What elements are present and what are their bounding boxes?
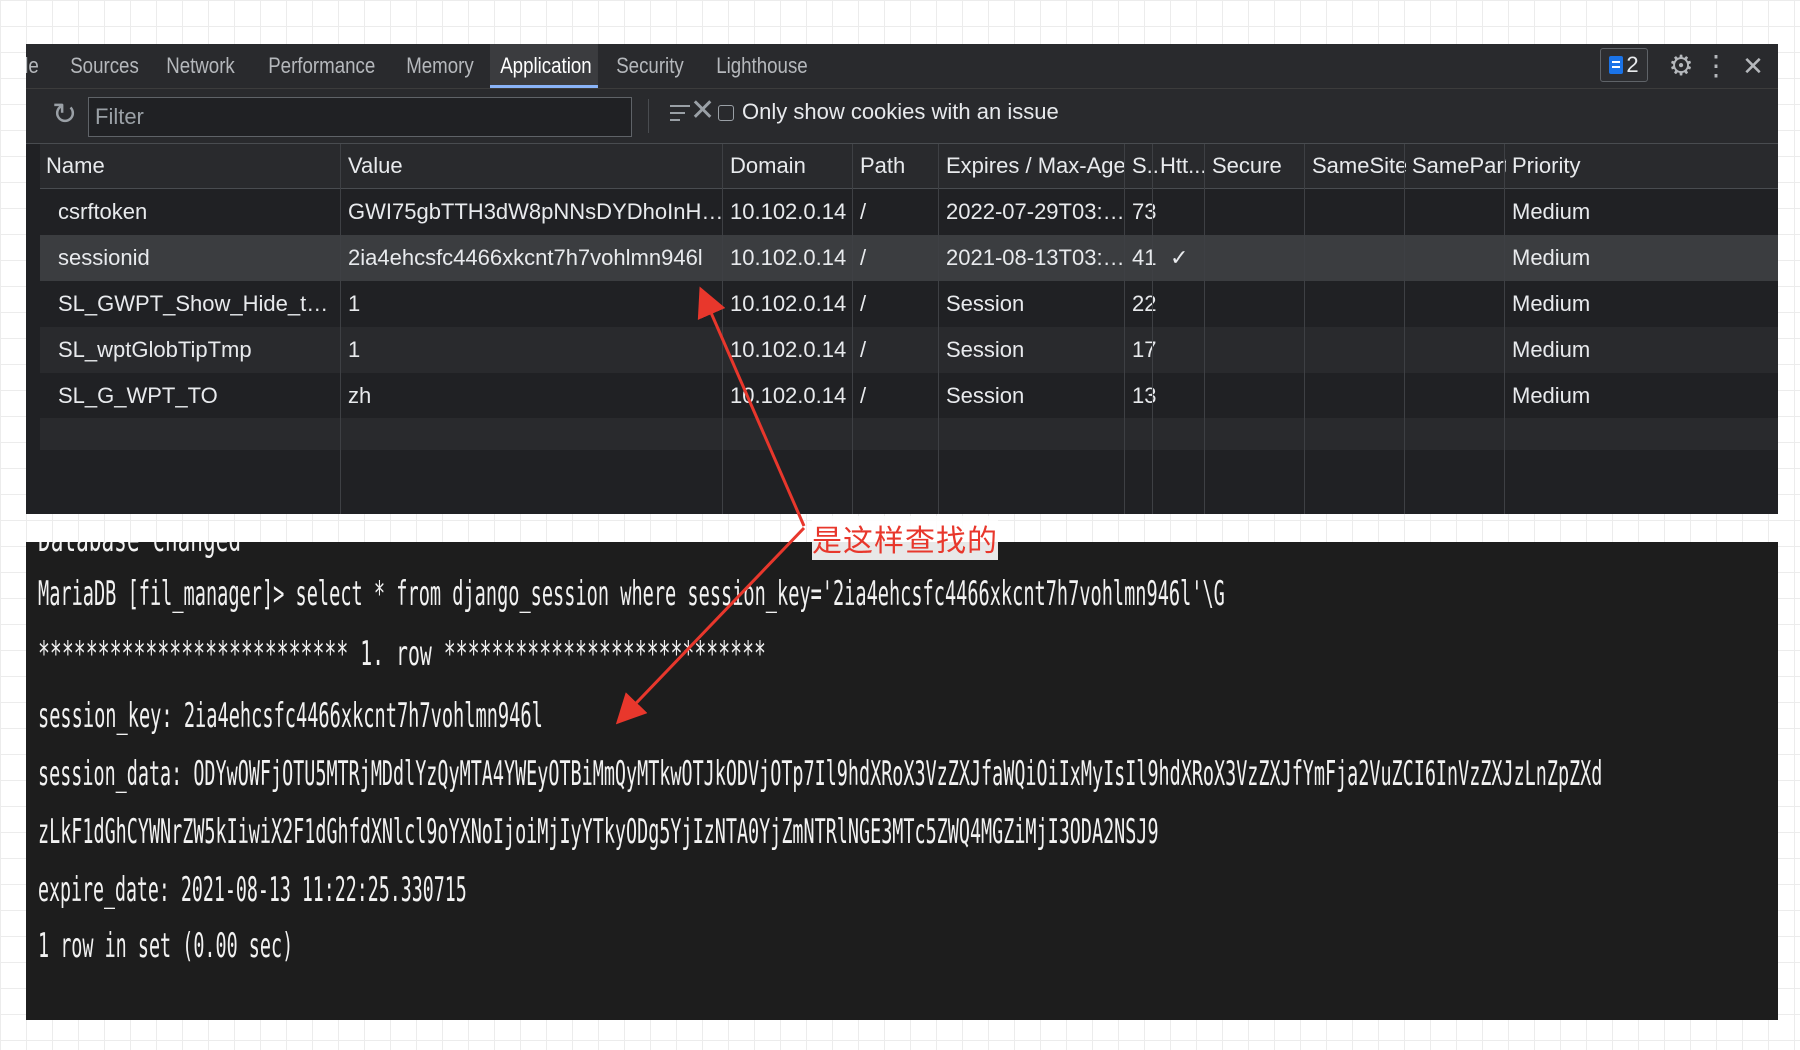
clear-cookies-icon[interactable]: ✕	[690, 93, 715, 128]
cookie-row-csrftoken[interactable]: csrftoken GWI75gbTTH3dW8pNNsDYDhoInHzDYS…	[40, 189, 1778, 235]
column-divider	[1304, 144, 1305, 514]
col-header-domain[interactable]: Domain	[724, 144, 854, 188]
column-divider	[1204, 144, 1205, 514]
cookie-expires: 2022-07-29T03:22:25.3...	[946, 199, 1126, 224]
cookie-priority: Medium	[1512, 291, 1591, 316]
tab-sources[interactable]: Sources	[60, 44, 149, 88]
cookie-expires: Session	[946, 337, 1025, 362]
cookies-table-header: Name Value Domain Path Expires / Max-Age…	[40, 144, 1778, 189]
cookie-row-sl-wptglobtiptmp[interactable]: SL_wptGlobTipTmp 1 10.102.0.14 / Session…	[40, 327, 1778, 373]
cookie-expires: 2021-08-13T03:22:25.3...	[946, 245, 1126, 270]
cookie-size: 13	[1132, 383, 1157, 408]
terminal-session-key: session_key: 2ia4ehcsfc4466xkcnt7h7vohlm…	[38, 696, 543, 736]
more-options-icon[interactable]: ⋮	[1702, 44, 1730, 88]
column-divider	[852, 144, 853, 514]
issues-count: 2	[1626, 52, 1639, 77]
cookie-value: 1	[348, 291, 361, 316]
cookie-name: sessionid	[58, 245, 150, 270]
cookie-size: 22	[1132, 291, 1157, 316]
cookie-row-sessionid[interactable]: sessionid 2ia4ehcsfc4466xkcnt7h7vohlmn94…	[40, 235, 1778, 281]
settings-gear-icon[interactable]: ⚙	[1666, 44, 1696, 88]
cookie-expires: Session	[946, 383, 1025, 408]
cookie-domain: 10.102.0.14	[730, 199, 847, 224]
cookie-name: SL_GWPT_Show_Hide_tmp	[58, 291, 336, 316]
only-issues-label: Only show cookies with an issue	[742, 99, 1059, 124]
cookie-priority: Medium	[1512, 245, 1591, 270]
terminal-session-data-cont: zLkF1dGhCYWNrZW5kIiwiX2F1dGhfdXNlcl9oYXN…	[38, 812, 1159, 852]
cookie-value: 1	[348, 337, 361, 362]
col-header-httponly[interactable]: Htt...	[1154, 144, 1208, 188]
cookie-path: /	[860, 337, 867, 362]
cookie-domain: 10.102.0.14	[730, 337, 847, 362]
cookie-priority: Medium	[1512, 383, 1591, 408]
col-header-secure[interactable]: Secure	[1206, 144, 1306, 188]
devtools-tab-bar: le Sources Network Performance Memory Ap…	[26, 44, 1778, 89]
cookie-path: /	[860, 199, 867, 224]
cookie-domain: 10.102.0.14	[730, 291, 847, 316]
col-header-value[interactable]: Value	[342, 144, 724, 188]
refresh-icon[interactable]: ↻	[52, 97, 77, 132]
tab-performance[interactable]: Performance	[258, 44, 385, 88]
column-divider	[1152, 144, 1153, 514]
column-divider	[340, 144, 341, 514]
col-header-path[interactable]: Path	[854, 144, 940, 188]
cookie-httponly	[1154, 189, 1208, 235]
cookie-path: /	[860, 383, 867, 408]
tab-application[interactable]: Application	[490, 44, 598, 88]
cookie-value: GWI75gbTTH3dW8pNNsDYDhoInHzDYScCuOY0L2Z.…	[348, 199, 724, 224]
cookie-priority: Medium	[1512, 337, 1591, 362]
col-header-expires[interactable]: Expires / Max-Age	[940, 144, 1126, 188]
cookie-name: csrftoken	[58, 199, 148, 224]
cookie-domain: 10.102.0.14	[730, 245, 847, 270]
issues-flag-icon	[1609, 56, 1624, 74]
tab-network[interactable]: Network	[156, 44, 245, 88]
tab-memory[interactable]: Memory	[396, 44, 484, 88]
cookie-row-sl-gwpt-show-hide-tmp[interactable]: SL_GWPT_Show_Hide_tmp 1 10.102.0.14 / Se…	[40, 281, 1778, 327]
cookie-name: SL_wptGlobTipTmp	[58, 337, 252, 362]
cookies-table: Name Value Domain Path Expires / Max-Age…	[40, 144, 1778, 514]
cookie-path: /	[860, 245, 867, 270]
terminal-row-separator: ************************** 1. row ******…	[38, 634, 766, 674]
column-divider	[938, 144, 939, 514]
cookie-size: 41	[1132, 245, 1157, 270]
column-divider	[1124, 144, 1125, 514]
cookie-value: 2ia4ehcsfc4466xkcnt7h7vohlmn946l	[348, 245, 703, 270]
column-divider	[722, 144, 723, 514]
filter-input[interactable]: Filter	[88, 97, 632, 137]
cookie-value: zh	[348, 383, 372, 408]
cookie-name: SL_G_WPT_TO	[58, 383, 218, 408]
cookies-toolbar: ↻ Filter ✕ Only show cookies with an iss…	[26, 89, 1778, 144]
terminal-sql-command: MariaDB [fil_manager]> select * from dja…	[38, 574, 1225, 614]
terminal-expire-date: expire_date: 2021-08-13 11:22:25.330715	[38, 870, 467, 910]
devtools-panel: le Sources Network Performance Memory Ap…	[26, 44, 1778, 514]
terminal-cut-line: Database changed	[38, 542, 241, 560]
col-header-name[interactable]: Name	[40, 144, 342, 188]
col-header-samesite[interactable]: SameSite	[1306, 144, 1406, 188]
issues-button[interactable]: 2	[1600, 48, 1648, 82]
terminal-window: Database changed MariaDB [fil_manager]> …	[26, 542, 1778, 1020]
tab-console-partial[interactable]: le	[26, 44, 49, 88]
cookie-row-sl-g-wpt-to[interactable]: SL_G_WPT_TO zh 10.102.0.14 / Session 13 …	[40, 373, 1778, 419]
terminal-session-data: session_data: ODYwOWFjOTU5MTRjMDdlYzQyMT…	[38, 754, 1603, 794]
cookie-expires: Session	[946, 291, 1025, 316]
col-header-sameparty[interactable]: SameParty	[1406, 144, 1506, 188]
toolbar-divider	[648, 99, 649, 133]
only-issues-checkbox[interactable]	[718, 105, 734, 121]
cookie-priority: Medium	[1512, 199, 1591, 224]
terminal-result-summary: 1 row in set (0.00 sec)	[38, 926, 294, 966]
column-divider	[1504, 144, 1505, 514]
col-header-priority[interactable]: Priority	[1506, 144, 1612, 188]
column-divider	[1404, 144, 1405, 514]
annotation-label: 是这样查找的	[812, 516, 998, 560]
cookie-domain: 10.102.0.14	[730, 383, 847, 408]
close-devtools-icon[interactable]: ✕	[1738, 44, 1768, 88]
cookie-path: /	[860, 291, 867, 316]
tab-lighthouse[interactable]: Lighthouse	[706, 44, 818, 88]
empty-row	[40, 418, 1778, 450]
cookie-size: 17	[1132, 337, 1157, 362]
tab-security[interactable]: Security	[606, 44, 694, 88]
